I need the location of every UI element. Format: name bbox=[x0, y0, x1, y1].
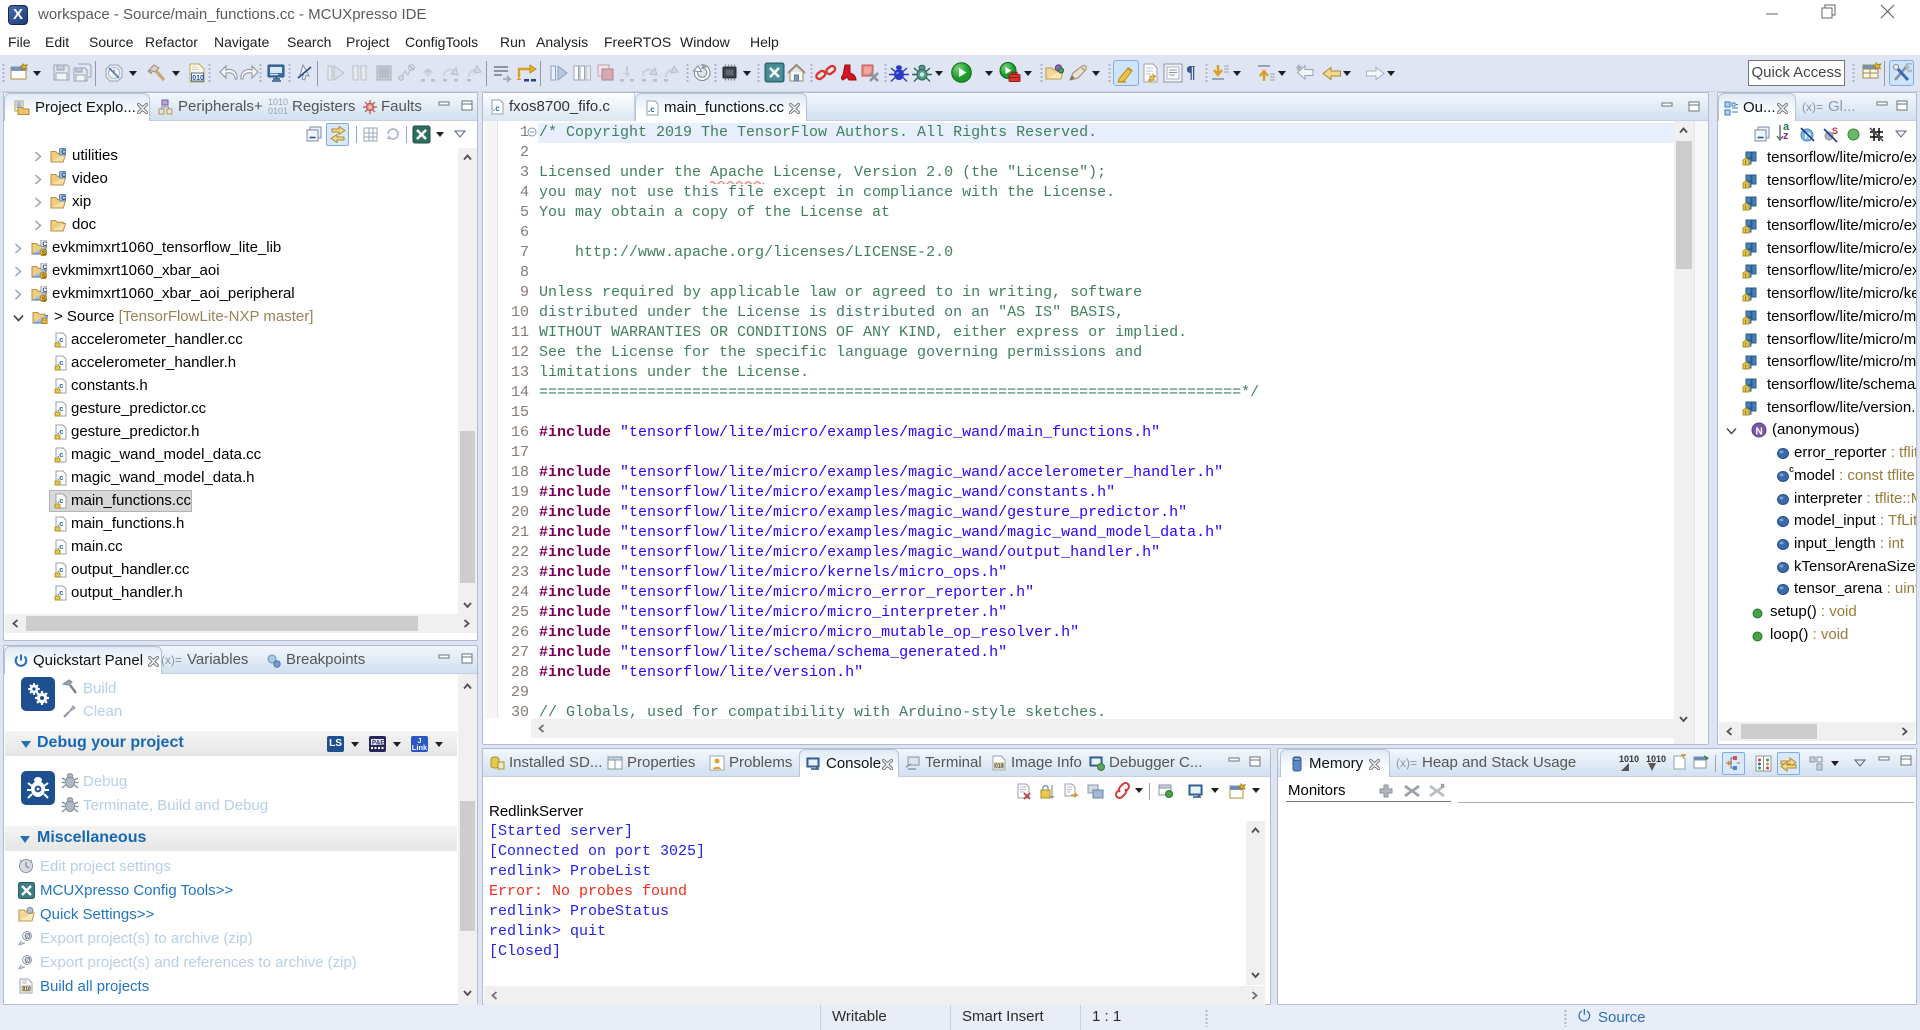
svg-text:C: C bbox=[61, 149, 66, 156]
svg-text:!: ! bbox=[1745, 320, 1747, 326]
svg-text:!: ! bbox=[1745, 388, 1747, 394]
svg-text:C: C bbox=[42, 264, 47, 271]
svg-text:.c: .c bbox=[493, 104, 500, 113]
svg-text:010: 010 bbox=[23, 987, 32, 993]
svg-text:P&E: P&E bbox=[372, 741, 384, 747]
svg-text:!: ! bbox=[1745, 343, 1747, 349]
svg-text:N: N bbox=[1756, 427, 1763, 438]
svg-text:!: ! bbox=[1745, 229, 1747, 235]
svg-text:!: ! bbox=[1745, 274, 1747, 280]
svg-text:!: ! bbox=[1745, 184, 1747, 190]
svg-text:Ø: Ø bbox=[25, 956, 31, 965]
svg-text:S: S bbox=[1832, 126, 1838, 136]
svg-text:C: C bbox=[42, 287, 47, 294]
svg-text:C: C bbox=[42, 241, 47, 248]
svg-text:!: ! bbox=[1745, 297, 1747, 303]
svg-text:010: 010 bbox=[995, 764, 1004, 770]
svg-text:!: ! bbox=[1745, 365, 1747, 371]
svg-text:010: 010 bbox=[192, 75, 204, 82]
svg-text:C: C bbox=[61, 172, 66, 179]
svg-text:!: ! bbox=[1745, 161, 1747, 167]
svg-text:.c: .c bbox=[648, 105, 655, 114]
svg-text:S: S bbox=[42, 250, 47, 256]
svg-text:S: S bbox=[42, 296, 47, 302]
svg-text:Ø: Ø bbox=[25, 932, 31, 941]
svg-text:!: ! bbox=[1745, 252, 1747, 258]
svg-text:S: S bbox=[42, 273, 47, 279]
svg-text:!: ! bbox=[1745, 206, 1747, 212]
svg-text:!: ! bbox=[1745, 411, 1747, 417]
svg-text:C: C bbox=[61, 195, 66, 202]
